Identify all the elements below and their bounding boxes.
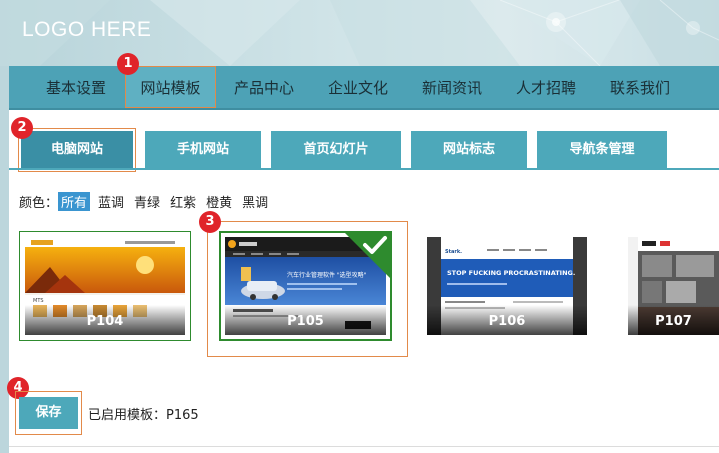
color-option-orange-yellow[interactable]: 橙黄 <box>204 192 234 211</box>
nav-item-contact-us[interactable]: 联系我们 <box>595 66 685 108</box>
thumb-brand: Stark. <box>445 249 462 255</box>
site-logo: LOGO HERE <box>22 18 152 41</box>
nav-item-basic-settings[interactable]: 基本设置 <box>31 66 121 108</box>
color-filter-label: 颜色： <box>19 195 59 211</box>
thumb-headline: STOP FUCKING PROCRASTINATING. <box>447 269 575 277</box>
header-banner: LOGO HERE <box>0 0 719 66</box>
selected-checkmark-icon <box>343 231 392 280</box>
nav-item-website-template[interactable]: 网站模板 <box>125 66 216 108</box>
enabled-template-status: 已启用模板：P165 <box>88 408 199 423</box>
template-thumbnail: P107 <box>628 237 719 335</box>
template-card-p105[interactable]: 汽车行业管理软件 "选型攻略" P105 <box>219 231 392 341</box>
bottom-divider <box>9 446 719 447</box>
tab-navbar-management[interactable]: 导航条管理 <box>537 131 667 169</box>
left-strip <box>0 66 9 453</box>
color-filter: 颜色： 所有 蓝调 青绿 红紫 橙黄 黑调 <box>19 191 270 211</box>
subtab-underline <box>9 168 719 170</box>
tab-mobile-website[interactable]: 手机网站 <box>145 131 261 169</box>
nav-item-corporate-culture[interactable]: 企业文化 <box>313 66 403 108</box>
step-badge-1: 1 <box>117 53 139 75</box>
tab-site-logo[interactable]: 网站标志 <box>411 131 527 169</box>
color-option-blue[interactable]: 蓝调 <box>96 192 126 211</box>
color-option-cyan-green[interactable]: 青绿 <box>132 192 162 211</box>
template-thumbnail: Stark. STOP FUCKING PROCRASTINATING. P10… <box>427 237 587 335</box>
template-name: P104 <box>25 305 185 335</box>
tab-pc-website[interactable]: 电脑网站 <box>18 128 136 172</box>
template-card-p107[interactable]: P107 <box>628 237 719 335</box>
save-button[interactable]: 保存 <box>19 397 78 429</box>
template-card-p106[interactable]: Stark. STOP FUCKING PROCRASTINATING. P10… <box>427 237 587 335</box>
color-option-red-purple[interactable]: 红紫 <box>168 192 198 211</box>
thumb-section-title: MTS <box>33 298 44 304</box>
color-option-all[interactable]: 所有 <box>58 191 91 211</box>
nav-item-recruitment[interactable]: 人才招聘 <box>501 66 591 108</box>
template-name: P106 <box>427 305 587 335</box>
nav-item-news[interactable]: 新闻资讯 <box>407 66 497 108</box>
template-card-p104[interactable]: MTS P104 <box>19 231 191 341</box>
step-badge-2: 2 <box>11 117 33 139</box>
step-badge-3: 3 <box>199 211 221 233</box>
template-thumbnail: MTS P104 <box>25 237 185 335</box>
main-nav: 基本设置 网站模板 产品中心 企业文化 新闻资讯 人才招聘 联系我们 <box>9 66 719 110</box>
template-name: P107 <box>628 305 719 335</box>
tab-home-slideshow[interactable]: 首页幻灯片 <box>271 131 401 169</box>
nav-item-product-center[interactable]: 产品中心 <box>219 66 309 108</box>
color-option-black[interactable]: 黑调 <box>240 192 270 211</box>
template-name: P105 <box>225 305 386 335</box>
sub-tabs: 电脑网站 手机网站 首页幻灯片 网站标志 导航条管理 <box>9 110 719 172</box>
